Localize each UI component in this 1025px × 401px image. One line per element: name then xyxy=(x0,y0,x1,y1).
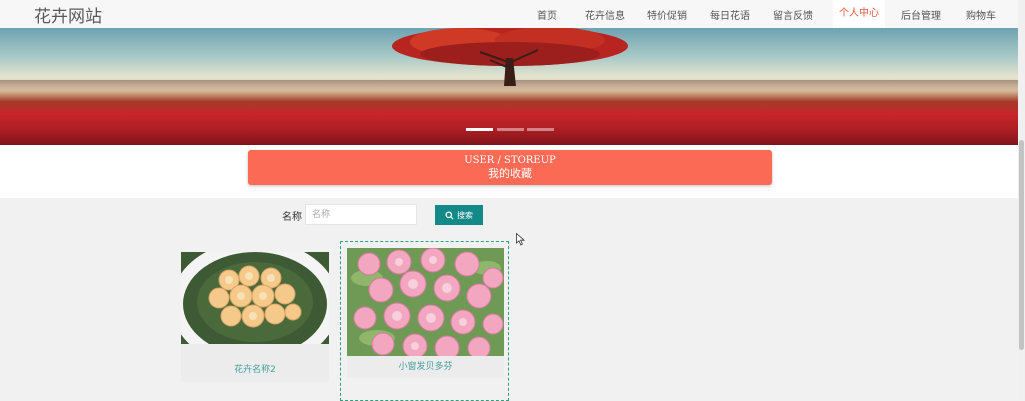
nav-item-admin[interactable]: 后台管理 xyxy=(901,7,941,22)
tree-illustration xyxy=(392,28,628,86)
pink-rose-bouquet-image xyxy=(347,248,504,356)
search-icon xyxy=(445,210,454,220)
favorite-name[interactable]: 小窗发贝多芬 xyxy=(347,356,504,378)
flower-image xyxy=(347,248,504,356)
search-button-label: 搜索 xyxy=(457,210,473,220)
favorite-card[interactable]: 花卉名称2 xyxy=(181,252,329,382)
page-scrollbar[interactable] xyxy=(1018,0,1025,400)
nav-item-feedback[interactable]: 留言反馈 xyxy=(773,7,813,22)
carousel-indicator-1[interactable] xyxy=(466,128,493,131)
section-title-cn: 我的收藏 xyxy=(488,167,532,180)
search-button[interactable]: 搜索 xyxy=(435,205,483,225)
section-title-en: USER / STOREUP xyxy=(464,155,556,166)
peach-rose-bouquet-image xyxy=(181,252,329,359)
scrollbar-thumb[interactable] xyxy=(1019,140,1024,350)
nav-item-home[interactable]: 首页 xyxy=(537,7,557,22)
nav-item-promotions[interactable]: 特价促销 xyxy=(647,7,687,22)
banner-carousel xyxy=(0,28,1018,145)
section-title: USER / STOREUP 我的收藏 xyxy=(248,150,772,185)
carousel-indicator-3[interactable] xyxy=(527,128,554,131)
search-input[interactable] xyxy=(305,204,417,225)
nav-item-cart[interactable]: 购物车 xyxy=(966,7,996,22)
carousel-indicator-2[interactable] xyxy=(497,128,524,131)
nav-item-user-center[interactable]: 个人中心 xyxy=(833,0,885,28)
site-brand[interactable]: 花卉网站 xyxy=(34,2,102,27)
nav-item-daily-flower-language[interactable]: 每日花语 xyxy=(710,7,750,22)
top-navbar: 花卉网站 首页 花卉信息 特价促销 每日花语 留言反馈 个人中心 后台管理 购物… xyxy=(0,0,1018,29)
search-label: 名称 xyxy=(282,212,302,223)
flower-image xyxy=(181,252,329,359)
nav-item-flower-info[interactable]: 花卉信息 xyxy=(585,7,625,22)
favorite-card-hovered[interactable]: 小窗发贝多芬 xyxy=(340,241,509,401)
favorite-name[interactable]: 花卉名称2 xyxy=(181,359,329,382)
mouse-cursor-icon xyxy=(516,233,525,246)
